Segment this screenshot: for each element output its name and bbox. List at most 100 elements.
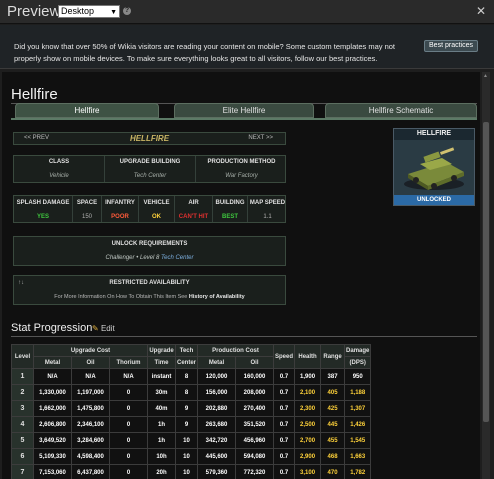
unlocked-badge: UNLOCKED: [394, 195, 474, 205]
map-speed-label: MAP SPEED: [249, 200, 286, 206]
col-prod-metal: Metal: [197, 356, 237, 369]
infobox-row-class: CLASS Vehicle UPGRADE BUILDING Tech Cent…: [13, 155, 286, 183]
stat-table: Level Upgrade Cost Upgrade Tech Producti…: [11, 344, 372, 479]
cell-damage: 1,188: [344, 384, 372, 401]
restricted-text: For More Information On How To Obtain Th…: [54, 294, 188, 300]
scrollbar-thumb[interactable]: [483, 122, 489, 422]
cell-time: 40m: [147, 400, 176, 417]
cell-level: 4: [11, 416, 34, 433]
cell-prod-oil: 208,000: [235, 384, 275, 401]
col-speed: Speed: [273, 344, 296, 369]
building-cell: BUILDING BEST: [213, 196, 248, 222]
unlock-requirements: UNLOCK REQUIREMENTS Challenger • Level 8…: [13, 236, 286, 266]
device-select[interactable]: Desktop ▼: [58, 5, 120, 18]
cell-time: 30m: [147, 384, 176, 401]
cell-prod-metal: 202,880: [197, 400, 237, 417]
cell-tech-center: 9: [174, 400, 199, 417]
building-label: BUILDING: [215, 200, 245, 206]
col-health: Health: [294, 344, 322, 369]
cell-damage: 1,426: [344, 416, 372, 433]
production-method-value: War Factory: [225, 173, 258, 179]
cell-damage: 1,545: [344, 432, 372, 449]
cell-health: 3,100: [294, 464, 322, 479]
cell-thorium: 0: [109, 384, 148, 401]
cell-range: 470: [320, 464, 346, 479]
help-icon[interactable]: ?: [123, 7, 131, 15]
cell-health: 2,500: [294, 416, 322, 433]
best-practices-button[interactable]: Best practices: [424, 40, 478, 52]
cell-damage: 950: [344, 368, 372, 385]
infobox-nav: << PREV HELLFIRE NEXT >>: [13, 132, 286, 145]
unlock-separator: •: [136, 255, 139, 261]
mobile-notice: Did you know that over 50% of Wikia visi…: [0, 25, 494, 69]
air-cell: AIR CAN'T HIT: [175, 196, 213, 222]
stat-divider: [11, 336, 477, 337]
tab-elite-hellfire[interactable]: Elite Hellfire: [174, 103, 314, 118]
edit-link[interactable]: ✎ Edit: [92, 324, 115, 333]
upgrade-building-label: UPGRADE BUILDING: [119, 159, 181, 165]
restricted-text-line: For More Information On How To Obtain Th…: [14, 294, 285, 300]
col-level: Level: [11, 344, 34, 369]
splash-damage-value: YES: [36, 214, 49, 220]
cell-damage: 1,663: [344, 448, 372, 465]
air-label: AIR: [188, 200, 199, 206]
notice-text: Did you know that over 50% of Wikia visi…: [14, 42, 396, 63]
cell-metal: 1,662,000: [33, 400, 72, 417]
cell-speed: 0.7: [273, 432, 296, 449]
cell-prod-metal: 156,000: [197, 384, 237, 401]
cell-range: 468: [320, 448, 346, 465]
production-method-label: PRODUCTION METHOD: [207, 159, 276, 165]
table-row: 4 2,606,800 2,346,100 0 1h 9 263,680 351,520 0.7…: [11, 416, 372, 433]
tab-hellfire[interactable]: Hellfire: [15, 103, 159, 118]
class-value: Vehicle: [49, 173, 69, 179]
table-row: 5 3,649,520 3,284,600 0 1h 10 342,720 456,960 0.…: [11, 432, 372, 449]
unlock-building-link[interactable]: Tech Center: [161, 255, 193, 261]
map-speed-cell: MAP SPEED 1.1: [248, 196, 287, 222]
next-link[interactable]: NEXT >>: [248, 135, 273, 141]
cell-prod-metal: 120,000: [197, 368, 237, 385]
air-value: CAN'T HIT: [178, 214, 209, 220]
splash-damage-cell: SPLASH DAMAGE YES: [14, 196, 73, 222]
cell-tech-center: 8: [174, 384, 199, 401]
unlock-values: Challenger • Level 8 Tech Center: [14, 255, 285, 261]
col-upgrade-cost: Upgrade Cost: [33, 344, 148, 357]
cell-prod-metal: 263,680: [197, 416, 237, 433]
cell-tech-center: 9: [174, 416, 199, 433]
table-row: 2 1,330,000 1,197,000 0 30m 8 156,000 208,000 0.…: [11, 384, 372, 401]
space-cell: SPACE 150: [73, 196, 102, 222]
close-icon[interactable]: ✕: [476, 5, 486, 17]
map-speed-value: 1.1: [263, 214, 272, 220]
tab-divider: [11, 118, 477, 120]
space-label: SPACE: [76, 200, 98, 206]
history-link[interactable]: History of Availability: [189, 294, 245, 300]
splash-damage-label: SPLASH DAMAGE: [16, 200, 70, 206]
table-row: 6 5,109,330 4,598,400 0 10h 10 445,600 594,080 0…: [11, 448, 372, 465]
cell-health: 2,300: [294, 400, 322, 417]
scrollbar[interactable]: ▲: [482, 72, 490, 479]
cell-oil: 3,284,600: [71, 432, 110, 449]
col-production-cost: Production Cost: [197, 344, 275, 357]
cell-oil: 6,437,800: [71, 464, 110, 479]
cell-thorium: 0: [109, 432, 148, 449]
class-cell: CLASS Vehicle: [14, 156, 105, 182]
cell-level: 6: [11, 448, 34, 465]
cell-metal: 1,330,000: [33, 384, 72, 401]
cell-oil: 1,197,000: [71, 384, 110, 401]
restricted-availability: ↑↓ RESTRICTED AVAILABILITY For More Info…: [13, 275, 286, 305]
cell-prod-oil: 351,520: [235, 416, 275, 433]
cell-tech-center: 8: [174, 368, 199, 385]
scroll-up-icon[interactable]: ▲: [483, 73, 489, 79]
cell-tech-center: 10: [174, 432, 199, 449]
preview-content: Hellfire Hellfire Elite Hellfire Hellfir…: [2, 72, 480, 479]
unit-image-card[interactable]: HELLFIRE UNLOCKED: [393, 128, 475, 206]
tab-hellfire-schematic[interactable]: Hellfire Schematic: [325, 103, 477, 118]
cell-prod-oil: 160,000: [235, 368, 275, 385]
cell-thorium: 0: [109, 416, 148, 433]
cell-metal: 3,649,520: [33, 432, 72, 449]
col-damage: Damage: [344, 344, 372, 357]
cell-oil: 4,598,400: [71, 448, 110, 465]
cell-speed: 0.7: [273, 400, 296, 417]
vehicle-value: OK: [152, 214, 161, 220]
upgrade-building-value: Tech Center: [133, 173, 167, 179]
infobox-row-stats: SPLASH DAMAGE YES SPACE 150 INFANTRY POO…: [13, 195, 286, 223]
